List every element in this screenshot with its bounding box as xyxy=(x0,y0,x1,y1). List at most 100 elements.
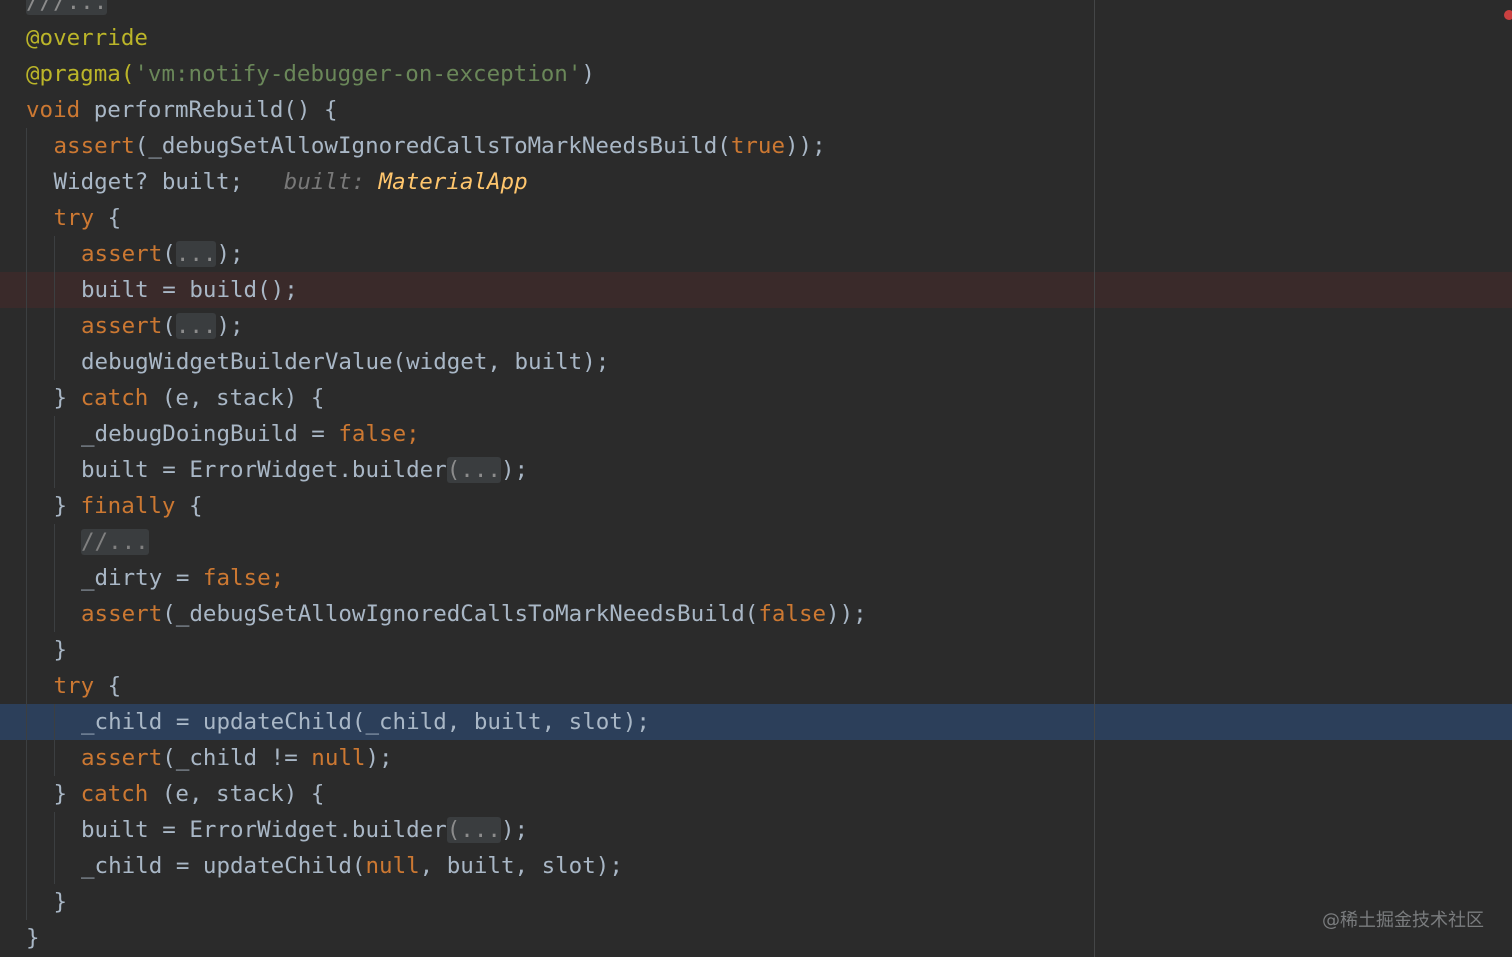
keyword: catch xyxy=(80,385,149,411)
keyword: catch xyxy=(80,781,149,807)
keyword: void xyxy=(26,97,81,123)
punctuation: )); xyxy=(826,601,867,627)
punctuation: { xyxy=(94,205,122,231)
keyword: false xyxy=(338,421,407,447)
code-text: _dirty = xyxy=(81,565,203,591)
code-text: debugWidgetBuilderValue(widget, built); xyxy=(81,349,610,375)
code-line[interactable]: try { xyxy=(26,668,122,704)
code-line[interactable]: assert(_child != null); xyxy=(26,740,393,776)
punctuation: ( xyxy=(162,313,176,339)
code-line[interactable]: } xyxy=(26,884,68,920)
punctuation: ); xyxy=(216,313,244,339)
keyword: try xyxy=(53,673,95,699)
code-line[interactable]: Widget? built; built: MaterialApp xyxy=(26,164,528,200)
code-line[interactable]: _child = updateChild(null, built, slot); xyxy=(26,848,623,884)
punctuation: { xyxy=(94,673,122,699)
punctuation: ( xyxy=(446,457,461,483)
code-line[interactable]: _debugDoingBuild = false; xyxy=(26,416,420,452)
code-text: (_child != xyxy=(162,745,312,771)
keyword: assert xyxy=(53,133,135,159)
keyword: false xyxy=(202,565,271,591)
folded-region[interactable]: ... xyxy=(175,241,217,267)
code-line[interactable]: @override xyxy=(26,20,148,56)
punctuation: ; xyxy=(406,421,420,447)
code-line[interactable]: assert(...); xyxy=(26,236,244,272)
punctuation: ; xyxy=(270,565,285,591)
punctuation: ); xyxy=(365,745,393,771)
punctuation: } xyxy=(53,637,68,663)
fold-ellipsis: ... xyxy=(460,457,501,483)
code-line-breakpoint[interactable]: built = build(); xyxy=(26,272,298,308)
punctuation: } xyxy=(53,493,68,519)
code-line[interactable]: assert(_debugSetAllowIgnoredCallsToMarkN… xyxy=(26,128,826,164)
keyword: finally xyxy=(80,493,176,519)
code-editor[interactable]: ///... @override @pragma('vm:notify-debu… xyxy=(0,0,1512,957)
punctuation: ( xyxy=(162,241,176,267)
code-text: (_debugSetAllowIgnoredCallsToMarkNeedsBu… xyxy=(134,133,731,159)
code-text: Widget? built; xyxy=(53,169,244,195)
punctuation: { xyxy=(175,493,203,519)
folded-region[interactable]: (... xyxy=(446,457,501,483)
punctuation: ) xyxy=(581,61,595,87)
folded-comment[interactable]: //... xyxy=(81,529,149,555)
keyword: false xyxy=(758,601,827,627)
keyword: assert xyxy=(81,745,163,771)
code-text: (_debugSetAllowIgnoredCallsToMarkNeedsBu… xyxy=(162,601,759,627)
code-text: built = ErrorWidget.builder xyxy=(81,817,447,843)
string-literal: 'vm:notify-debugger-on-exception' xyxy=(134,61,582,87)
keyword: true xyxy=(730,133,785,159)
method-signature: performRebuild() { xyxy=(80,97,338,123)
code-text: , built, slot); xyxy=(419,853,623,879)
code-line[interactable]: @pragma('vm:notify-debugger-on-exception… xyxy=(26,56,595,92)
punctuation: } xyxy=(53,889,68,915)
code-text: (e, stack) { xyxy=(148,781,325,807)
folded-region[interactable]: (... xyxy=(446,817,501,843)
punctuation: )); xyxy=(785,133,826,159)
folded-region[interactable]: ///... xyxy=(26,0,108,15)
code-line[interactable]: } catch (e, stack) { xyxy=(26,380,325,416)
code-line[interactable]: _dirty = false; xyxy=(26,560,284,596)
keyword: null xyxy=(365,853,420,879)
annotation-override: @override xyxy=(26,25,148,51)
right-margin-guide xyxy=(1094,0,1095,957)
punctuation: ( xyxy=(446,817,461,843)
inlay-hint-label: built: xyxy=(283,169,366,195)
code-line[interactable]: assert(_debugSetAllowIgnoredCallsToMarkN… xyxy=(26,596,867,632)
code-line[interactable]: } catch (e, stack) { xyxy=(26,776,325,812)
fold-ellipsis: ... xyxy=(460,817,501,843)
punctuation: ); xyxy=(500,817,529,843)
code-text: _child = updateChild( xyxy=(81,853,366,879)
code-line[interactable]: } xyxy=(26,632,68,668)
code-text: (e, stack) { xyxy=(148,385,325,411)
punctuation: } xyxy=(26,925,40,951)
code-text: built = ErrorWidget.builder xyxy=(81,457,447,483)
keyword: assert xyxy=(81,241,163,267)
annotation-pragma: @pragma( xyxy=(26,61,135,87)
code-line[interactable]: } finally { xyxy=(26,488,203,524)
keyword: try xyxy=(53,205,95,231)
inlay-hint-value: MaterialApp xyxy=(378,169,528,195)
code-line[interactable]: } xyxy=(26,920,40,956)
keyword: assert xyxy=(81,313,163,339)
code-text: _debugDoingBuild = xyxy=(81,421,339,447)
code-line[interactable]: //... xyxy=(26,524,149,560)
code-line[interactable]: built = ErrorWidget.builder(...); xyxy=(26,812,528,848)
punctuation: } xyxy=(53,781,68,807)
code-line[interactable]: ///... xyxy=(26,0,108,20)
code-line[interactable]: built = ErrorWidget.builder(...); xyxy=(26,452,528,488)
code-text: _child = updateChild(_child, built, slot… xyxy=(81,709,650,735)
code-line[interactable]: debugWidgetBuilderValue(widget, built); xyxy=(26,344,609,380)
keyword: null xyxy=(311,745,366,771)
punctuation: ); xyxy=(216,241,244,267)
punctuation: } xyxy=(53,385,68,411)
watermark: @稀土掘金技术社区 xyxy=(1322,910,1484,931)
code-line-current[interactable]: _child = updateChild(_child, built, slot… xyxy=(26,704,650,740)
code-line[interactable]: void performRebuild() { xyxy=(26,92,338,128)
code-line[interactable]: try { xyxy=(26,200,122,236)
code-text: built = build(); xyxy=(81,277,298,303)
folded-region[interactable]: ... xyxy=(175,313,217,339)
error-stripe-marker-icon[interactable] xyxy=(1504,10,1512,20)
punctuation: ); xyxy=(500,457,529,483)
keyword: assert xyxy=(81,601,163,627)
code-line[interactable]: assert(...); xyxy=(26,308,244,344)
